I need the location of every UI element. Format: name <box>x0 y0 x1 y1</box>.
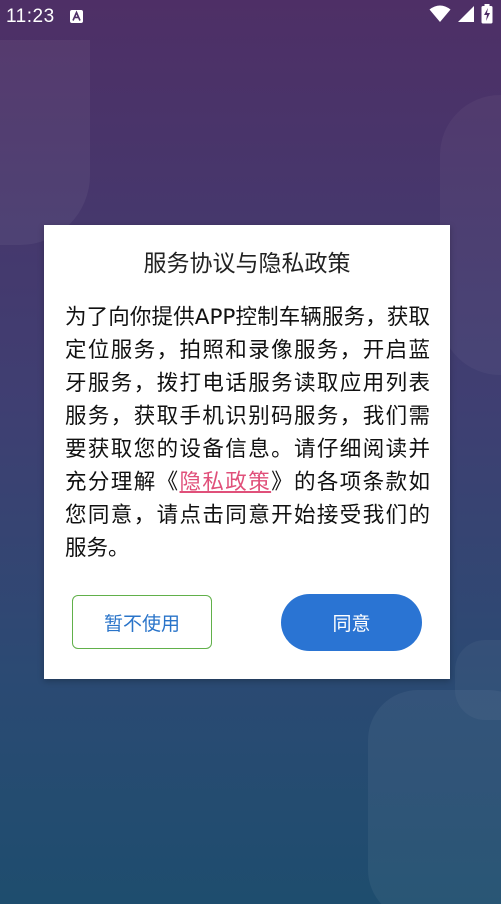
agree-button-label: 同意 <box>332 613 371 635</box>
privacy-policy-link[interactable]: 隐私政策 <box>180 470 272 495</box>
cell-signal-icon <box>457 5 475 27</box>
battery-charging-icon <box>481 4 493 28</box>
status-icons <box>429 4 493 28</box>
dialog-title: 服务协议与隐私政策 <box>143 251 351 277</box>
decline-button-label: 暂不使用 <box>103 612 180 635</box>
dialog-body: 为了向你提供APP控制车辆服务，获取定位服务，拍照和录像服务，开启蓝牙服务，拨打… <box>65 301 430 565</box>
status-bar: 11:23 <box>0 0 501 36</box>
background-shape <box>368 690 501 904</box>
agree-button[interactable]: 同意 <box>281 594 422 651</box>
body-text-before-link: 为了向你提供APP控制车辆服务，获取定位服务，拍照和录像服务，开启蓝牙服务，拨打… <box>65 305 430 495</box>
status-time: 11:23 <box>6 6 55 27</box>
decline-button[interactable]: 暂不使用 <box>72 595 212 649</box>
background-shape <box>0 40 90 245</box>
app-screen: 11:23 服务协议与隐私政策 为了向你提供APP控制车辆服务，获取定位服务，拍… <box>0 0 501 904</box>
a-badge-icon <box>70 10 83 23</box>
privacy-dialog: 服务协议与隐私政策 为了向你提供APP控制车辆服务，获取定位服务，拍照和录像服务… <box>44 225 450 679</box>
background-shape <box>455 640 501 720</box>
wifi-icon <box>429 5 451 27</box>
